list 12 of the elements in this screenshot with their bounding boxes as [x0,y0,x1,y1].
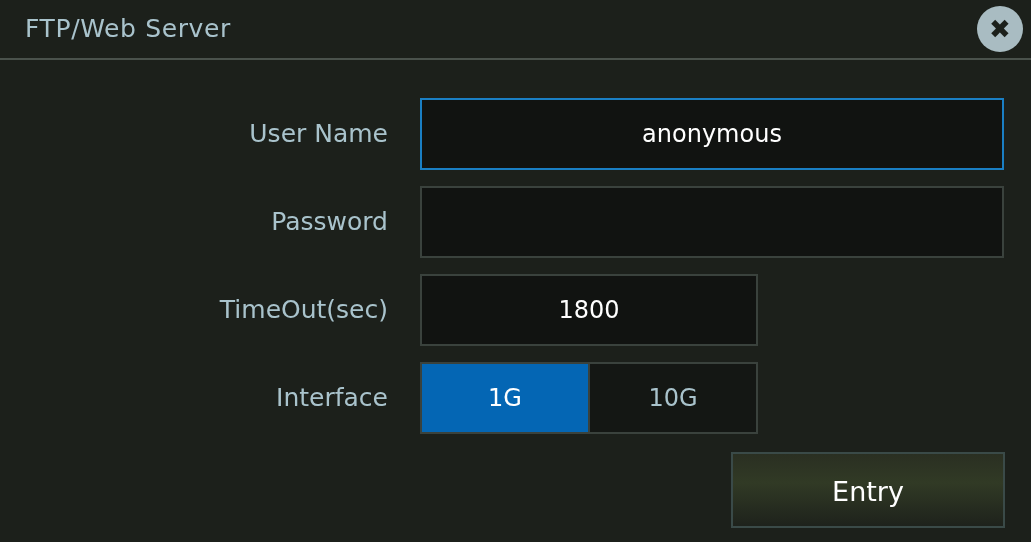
entry-button[interactable]: Entry [731,452,1005,528]
input-field[interactable]: 1800 [420,274,758,346]
close-button[interactable]: ✖ [977,6,1023,52]
segment-option[interactable]: 10G [588,364,756,432]
field-label: Password [270,206,389,239]
field-label: User Name [248,118,389,151]
window-title: FTP/Web Server [25,13,231,46]
input-field[interactable] [420,186,1004,258]
field-label: TimeOut(sec) [218,294,389,327]
field-label: Interface [275,382,389,415]
input-field[interactable]: anonymous [420,98,1004,170]
segment-option[interactable]: 1G [422,364,588,432]
